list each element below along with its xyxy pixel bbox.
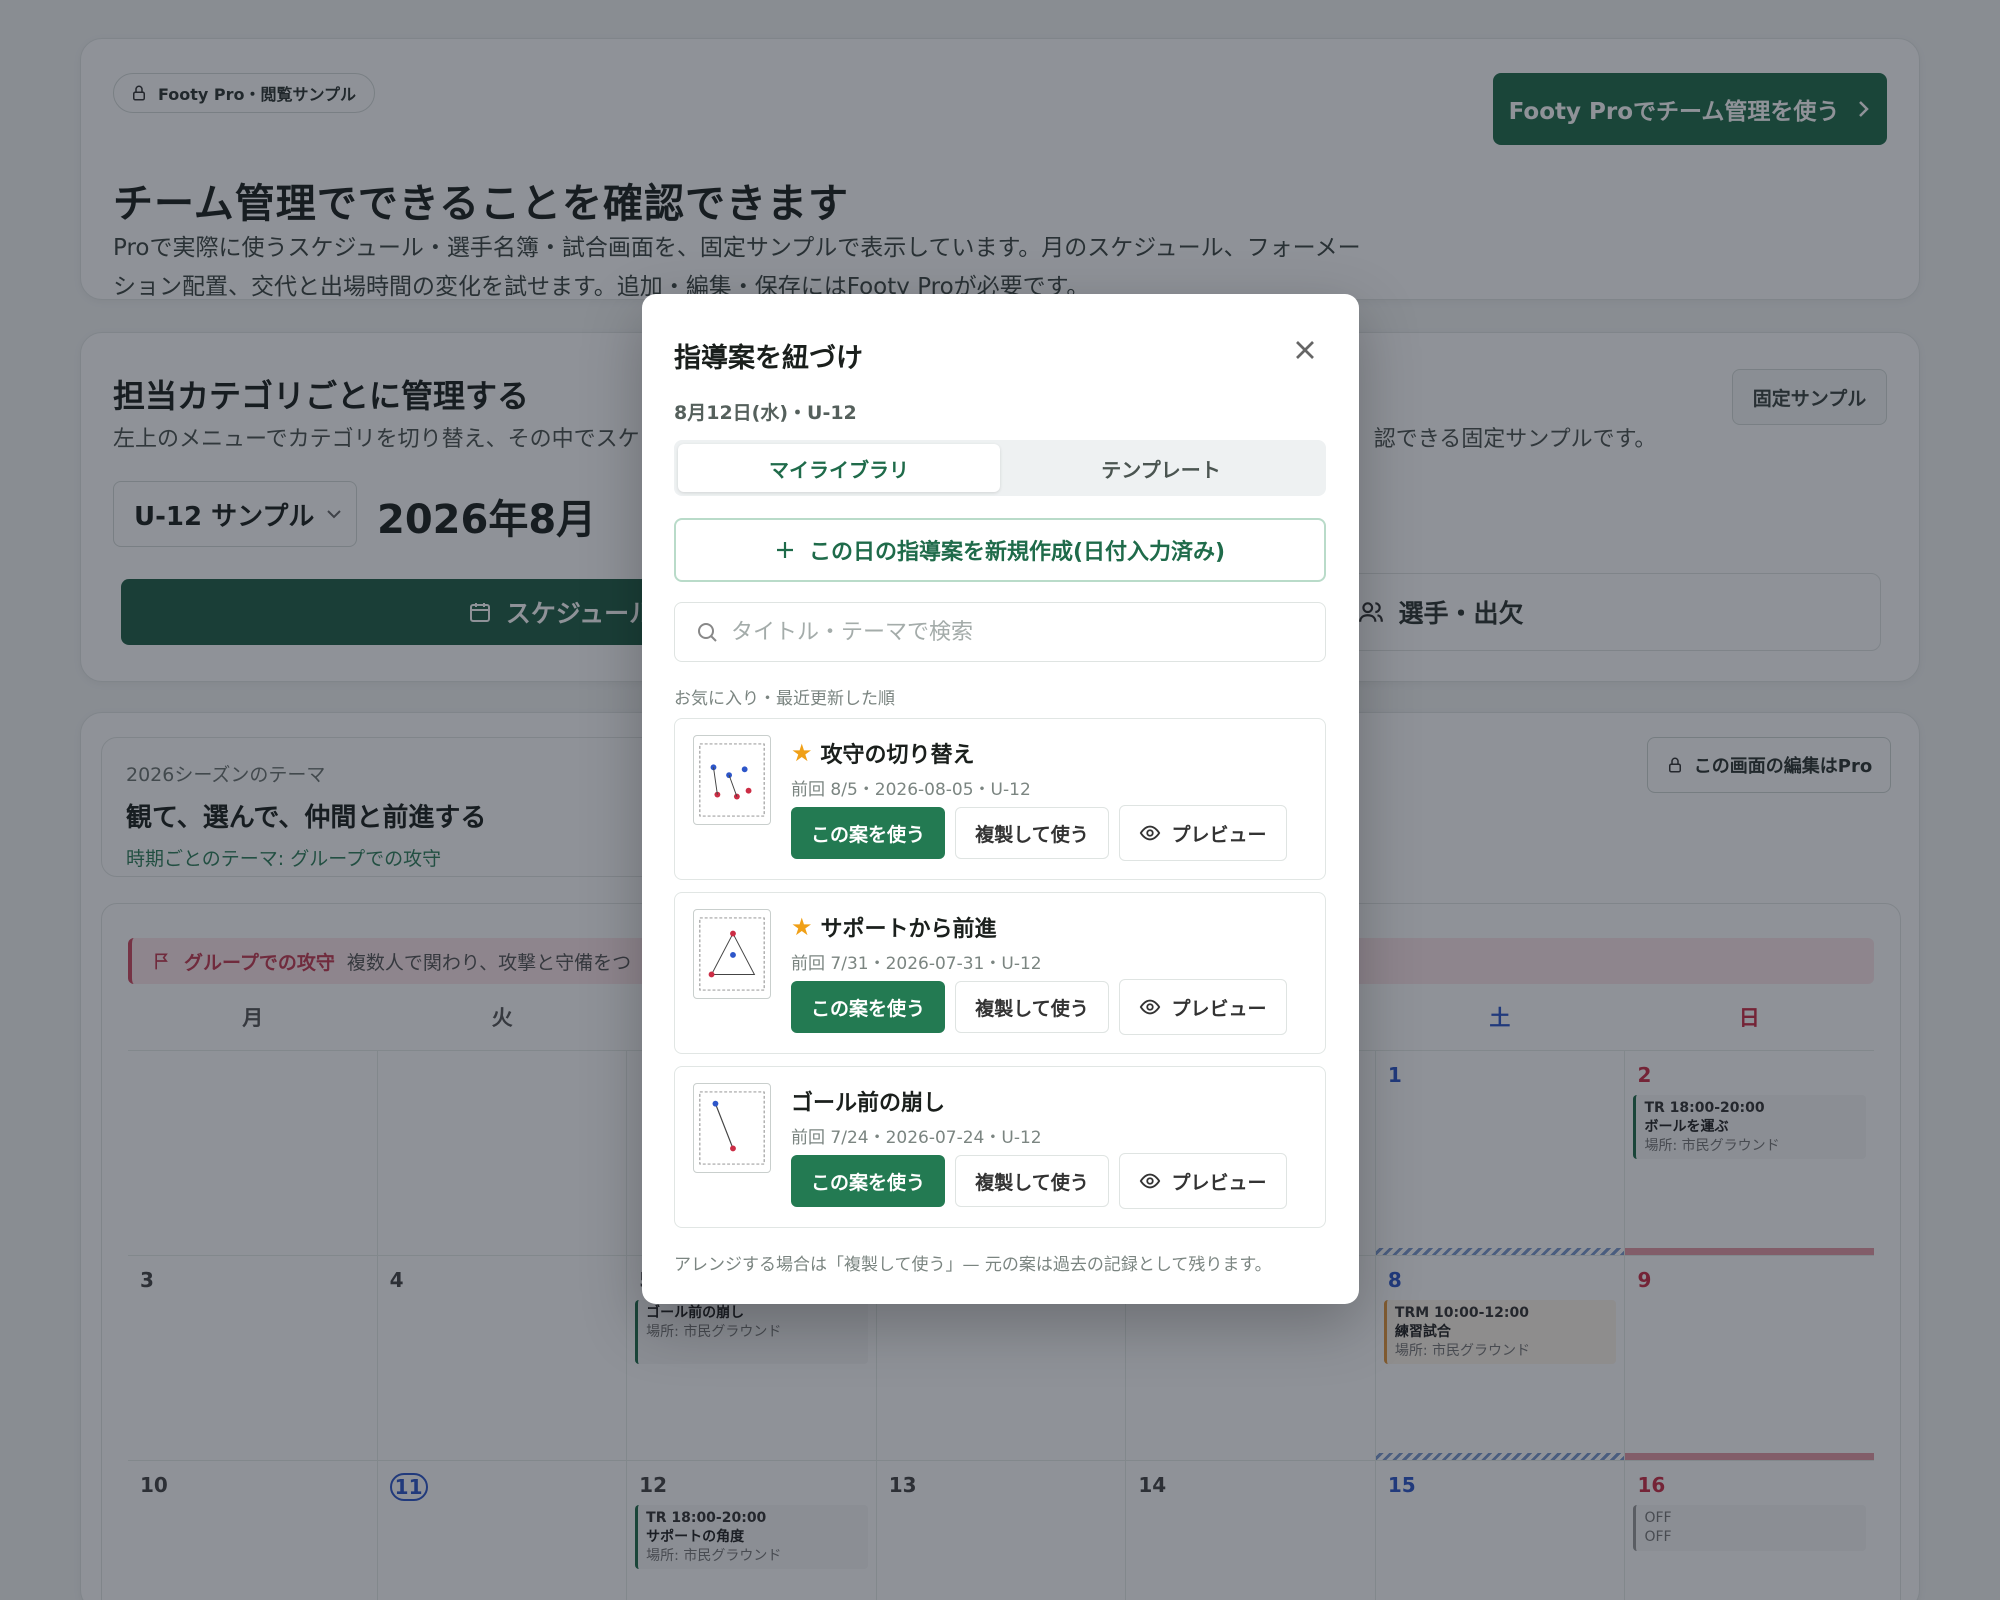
dialog-footer-note: アレンジする場合は「複製して使う」— 元の案は過去の記録として残ります。 [674, 1255, 1272, 1275]
eye-icon [1140, 825, 1161, 841]
plan-actions: この案を使う 複製して使う プレビュー [791, 1153, 1287, 1209]
close-icon[interactable] [1289, 334, 1321, 366]
preview-label: プレビュー [1171, 823, 1267, 846]
duplicate-plan-button[interactable]: 複製して使う [955, 981, 1109, 1033]
use-plan-button[interactable]: この案を使う [791, 1155, 945, 1207]
use-plan-button[interactable]: この案を使う [791, 981, 945, 1033]
library-tabs: マイライブラリ テンプレート [674, 440, 1326, 496]
plan-title-row: ゴール前の崩し [791, 1085, 945, 1117]
preview-button[interactable]: プレビュー [1119, 1153, 1287, 1209]
plan-diagram-image [699, 917, 765, 991]
plan-thumbnail [693, 1083, 771, 1173]
tab-my-library[interactable]: マイライブラリ [678, 444, 1000, 492]
create-new-plan-button[interactable]: この日の指導案を新規作成(日付入力済み) [674, 518, 1326, 582]
plan-card: ★ サポートから前進 前回 7/31・2026-07-31・U-12 この案を使… [674, 892, 1326, 1054]
duplicate-plan-button[interactable]: 複製して使う [955, 1155, 1109, 1207]
search-field[interactable] [674, 602, 1326, 662]
dialog-date: 8月12日(水)・U-12 [674, 402, 857, 424]
search-icon [698, 623, 717, 642]
create-new-plan-label: この日の指導案を新規作成(日付入力済み) [808, 540, 1226, 565]
plan-title: 攻守の切り替え [820, 743, 975, 768]
plan-title-row: ★ 攻守の切り替え [791, 737, 975, 769]
sort-label: お気に入り・最近更新した順 [674, 689, 895, 709]
preview-label: プレビュー [1171, 1171, 1267, 1194]
plan-actions: この案を使う 複製して使う プレビュー [791, 979, 1287, 1035]
plan-actions: この案を使う 複製して使う プレビュー [791, 805, 1287, 861]
eye-icon [1140, 1173, 1161, 1189]
preview-button[interactable]: プレビュー [1119, 805, 1287, 861]
star-icon: ★ [791, 739, 813, 767]
preview-button[interactable]: プレビュー [1119, 979, 1287, 1035]
star-icon: ★ [791, 913, 813, 941]
plan-diagram-image [699, 743, 765, 817]
search-input[interactable] [731, 619, 1291, 645]
plan-diagram-image [699, 1091, 765, 1165]
plan-title: サポートから前進 [820, 917, 997, 942]
preview-label: プレビュー [1171, 997, 1267, 1020]
plan-meta: 前回 7/24・2026-07-24・U-12 [791, 1128, 1042, 1148]
link-plan-dialog: 指導案を紐づけ 8月12日(水)・U-12 マイライブラリ テンプレート この日… [642, 294, 1359, 1304]
plan-meta: 前回 7/31・2026-07-31・U-12 [791, 954, 1042, 974]
plan-title-row: ★ サポートから前進 [791, 911, 997, 943]
duplicate-plan-button[interactable]: 複製して使う [955, 807, 1109, 859]
use-plan-button[interactable]: この案を使う [791, 807, 945, 859]
plan-title: ゴール前の崩し [791, 1091, 946, 1116]
plan-thumbnail [693, 909, 771, 999]
plan-card: ★ 攻守の切り替え 前回 8/5・2026-08-05・U-12 この案を使う … [674, 718, 1326, 880]
eye-icon [1140, 999, 1161, 1015]
tab-template[interactable]: テンプレート [1000, 444, 1322, 492]
plan-meta: 前回 8/5・2026-08-05・U-12 [791, 780, 1031, 800]
plus-icon [776, 542, 793, 558]
plan-thumbnail [693, 735, 771, 825]
plan-card: ゴール前の崩し 前回 7/24・2026-07-24・U-12 この案を使う 複… [674, 1066, 1326, 1228]
dialog-title: 指導案を紐づけ [674, 343, 863, 374]
